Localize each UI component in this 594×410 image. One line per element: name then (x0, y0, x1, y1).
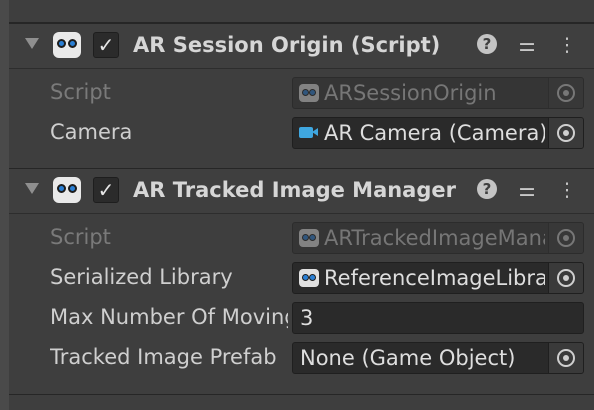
script-icon (299, 229, 319, 247)
property-label: Tracked Image Prefab (50, 345, 277, 369)
field-value: 3 (300, 306, 314, 330)
component-header-ar-tracked-image-manager[interactable]: ✓ AR Tracked Image Manager ? ⚌ ⋮ (9, 168, 594, 214)
camera-field[interactable]: AR Camera (Camera) (292, 117, 584, 149)
field-value: ReferenceImageLibrary (324, 266, 545, 290)
help-icon[interactable]: ? (477, 34, 497, 54)
property-label: Serialized Library (50, 265, 233, 289)
target-icon (557, 124, 575, 142)
script-icon (299, 84, 319, 102)
context-menu-icon[interactable]: ⋮ (556, 34, 578, 56)
help-icon[interactable]: ? (477, 179, 497, 199)
inspector-panel: ✓ AR Session Origin (Script) ? ⚌ ⋮ Scrip… (9, 0, 594, 410)
tracked-image-prefab-field[interactable]: None (Game Object) (292, 342, 584, 374)
field-value: None (Game Object) (300, 346, 516, 370)
target-icon (557, 349, 575, 367)
property-row-camera: Camera AR Camera (Camera) (9, 113, 594, 153)
script-field: ARTrackedImageManager (292, 222, 584, 254)
target-icon (557, 229, 575, 247)
script-icon (299, 269, 319, 287)
property-row-tracked-image-prefab: Tracked Image Prefab None (Game Object) (9, 338, 594, 378)
property-row-serialized-library: Serialized Library ReferenceImageLibrary (9, 258, 594, 298)
field-value: ARTrackedImageManager (324, 226, 545, 250)
foldout-arrow-icon[interactable] (25, 183, 39, 194)
property-row-max-moving-images: Max Number Of Moving Images 3 (9, 298, 594, 338)
serialized-library-field[interactable]: ReferenceImageLibrary (292, 262, 584, 294)
component-title: AR Session Origin (Script) (133, 33, 441, 57)
check-icon: ✓ (97, 33, 115, 57)
divider (9, 394, 594, 395)
property-row-script: Script ARTrackedImageManager (9, 218, 594, 258)
script-field: ARSessionOrigin (292, 77, 584, 109)
enabled-checkbox[interactable]: ✓ (93, 32, 119, 58)
field-value: AR Camera (Camera) (324, 121, 545, 145)
script-icon (53, 177, 81, 203)
object-picker-button[interactable] (548, 118, 583, 148)
target-icon (557, 84, 575, 102)
max-moving-images-input[interactable]: 3 (292, 302, 584, 334)
object-picker-button (548, 223, 583, 253)
object-picker-button[interactable] (548, 343, 583, 373)
component-header-ar-session-origin[interactable]: ✓ AR Session Origin (Script) ? ⚌ ⋮ (9, 23, 594, 69)
property-label: Script (50, 80, 111, 104)
object-picker-button (548, 78, 583, 108)
foldout-arrow-icon[interactable] (25, 38, 39, 49)
context-menu-icon[interactable]: ⋮ (556, 179, 578, 201)
presets-icon[interactable]: ⚌ (516, 34, 538, 56)
script-icon (53, 32, 81, 58)
presets-icon[interactable]: ⚌ (516, 179, 538, 201)
camera-icon (299, 127, 318, 138)
property-label: Script (50, 225, 111, 249)
enabled-checkbox[interactable]: ✓ (93, 177, 119, 203)
target-icon (557, 269, 575, 287)
check-icon: ✓ (97, 178, 115, 202)
property-label: Max Number Of Moving Images (50, 305, 288, 329)
property-row-script: Script ARSessionOrigin (9, 73, 594, 113)
component-title: AR Tracked Image Manager (133, 178, 456, 202)
object-picker-button[interactable] (548, 263, 583, 293)
property-label: Camera (50, 120, 133, 144)
field-value: ARSessionOrigin (324, 81, 497, 105)
left-panel-strip (0, 0, 9, 410)
